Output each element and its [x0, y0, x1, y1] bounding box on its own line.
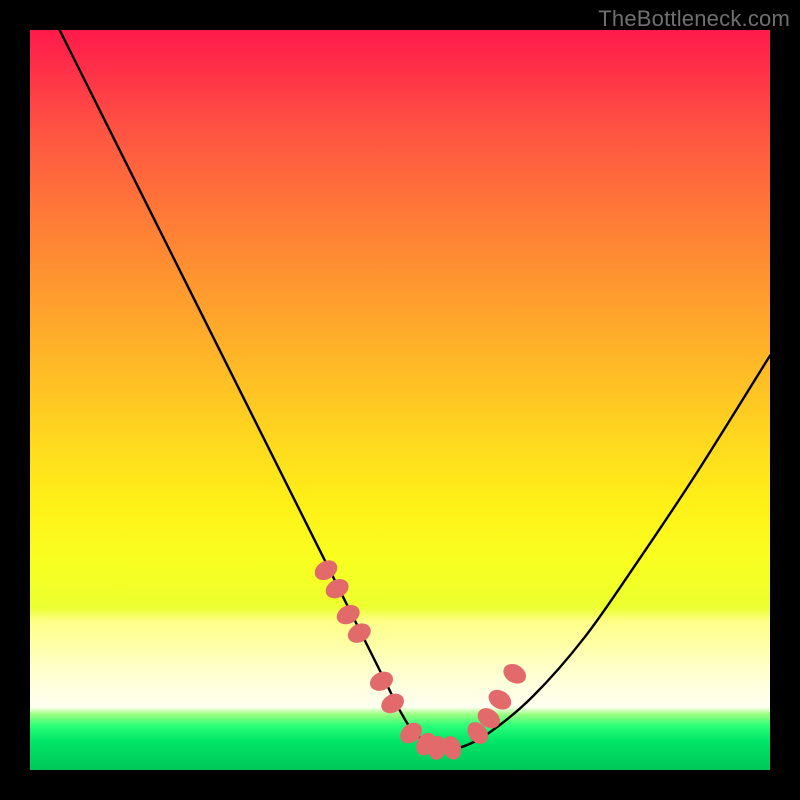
watermark-text: TheBottleneck.com — [598, 6, 790, 32]
bead-marker — [439, 733, 464, 762]
plot-area — [30, 30, 770, 770]
bead-marker — [367, 668, 396, 695]
bead-markers — [311, 556, 530, 762]
curve-svg — [30, 30, 770, 770]
chart-container: TheBottleneck.com — [0, 0, 800, 800]
bead-marker — [500, 660, 530, 688]
bottleneck-curve — [30, 30, 770, 750]
